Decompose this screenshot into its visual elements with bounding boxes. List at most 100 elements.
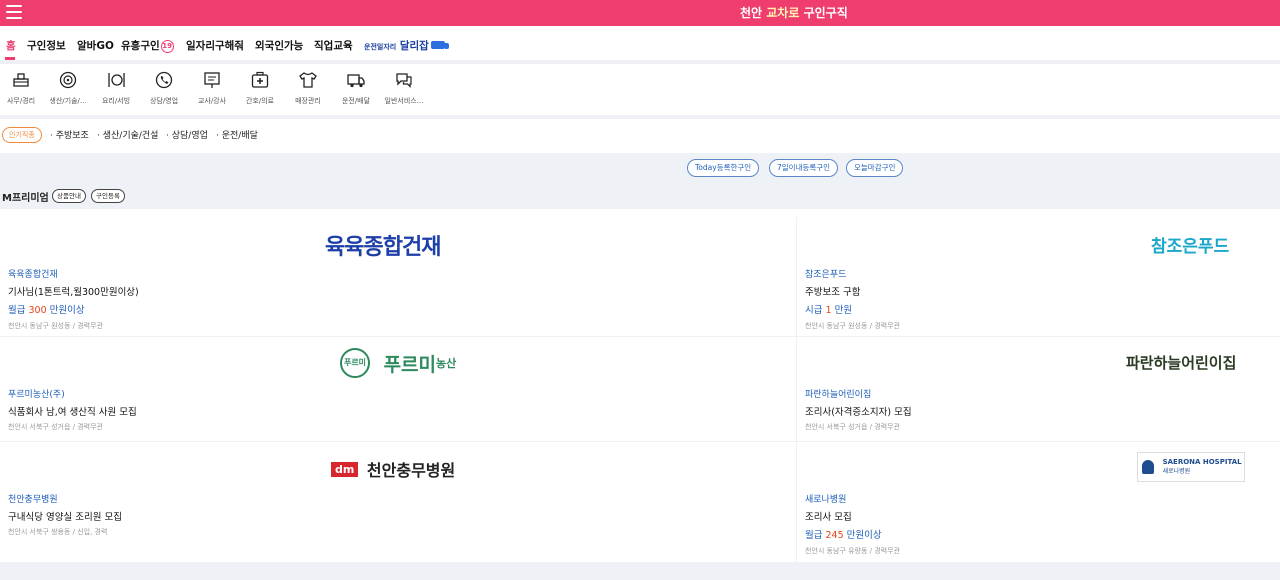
site-title-accent: 교차로	[766, 6, 800, 20]
company-name: 새로나병원	[805, 495, 847, 505]
salary-unit: 만원이상	[46, 305, 85, 316]
listing-info: 천안충무병원 구내식당 영양실 조리원 모집 천안시 서북구 쌍용동 / 신입,…	[8, 492, 122, 537]
job-title: 기사님(1톤트럭,월300만원이상)	[8, 287, 139, 298]
logo-text: SAERONA HOSPITAL	[1162, 458, 1242, 466]
job-title: 주방보조 구함	[805, 287, 861, 298]
company-name: 파란하늘어린이집	[805, 390, 872, 400]
desk-icon	[13, 73, 29, 87]
category-label: 생산/기술/...	[49, 97, 87, 105]
category-label: 상담/영업	[149, 97, 179, 105]
job-title: 조리사(자격증소지자) 모집	[805, 407, 912, 418]
category-service[interactable]: 일반서비스...	[381, 70, 427, 106]
company-logo: dm 천안충무병원	[331, 457, 455, 481]
listing-card[interactable]: SAERONA HOSPITAL 새로나병원 새로나병원 조리사 모집 월급 2…	[797, 442, 1280, 562]
popular-badge: 인기직종	[2, 127, 42, 143]
nav-adult-jobs[interactable]: 유흥구인 19	[121, 38, 174, 53]
job-location: 천안시 서북구 성거읍 / 경력무관	[805, 423, 900, 431]
company-logo: SAERONA HOSPITAL 새로나병원	[1137, 452, 1245, 482]
job-location: 천안시 동남구 유량동 / 경력무관	[805, 547, 900, 555]
listing-card[interactable]: 육육종합건재 육육종합건재 기사님(1톤트럭,월300만원이상) 월급 300 …	[0, 217, 796, 336]
chungmu-hospital-mark: dm	[331, 461, 359, 477]
category-medical[interactable]: 간호/의료	[237, 70, 283, 106]
job-title: 구내식당 영양실 조리원 모집	[8, 512, 122, 523]
nav-albago[interactable]: 알바GO	[77, 38, 114, 53]
board-icon	[204, 72, 220, 88]
nav-find-me-job[interactable]: 일자리구해줘	[186, 38, 244, 53]
listing-info: 참조은푸드 주방보조 구함 시급 1 만원 천안시 동남구 원성동 / 경력무관	[805, 267, 900, 331]
listing-info: 파란하늘어린이집 조리사(자격증소지자) 모집 천안시 서북구 성거읍 / 경력…	[805, 387, 912, 432]
salary: 시급 1 만원	[805, 302, 900, 316]
job-title: 조리사 모집	[805, 512, 852, 523]
nav-foreigner-ok[interactable]: 외국인가능	[255, 38, 303, 53]
company-logo: 참조은푸드	[1151, 237, 1230, 257]
shirt-icon	[299, 72, 317, 88]
listing-card[interactable]: 푸르미 푸르미농산 푸르미농산(주) 식품회사 남,여 생산직 사원 모집 천안…	[0, 337, 796, 441]
filter-bar: Today등록한구인 7일이내등록구인 오늘마감구인	[0, 153, 1280, 181]
purumi-leaf-icon: 푸르미	[340, 348, 370, 378]
category-label: 요리/서빙	[101, 97, 131, 105]
salary-unit: 만원이상	[843, 530, 882, 541]
logo-text: 천안충무병원	[366, 461, 456, 480]
medical-kit-icon	[251, 71, 269, 88]
popular-item-sales[interactable]: · 상담/영업	[166, 128, 208, 141]
listing-card[interactable]: 파란하늘어린이집 파란하늘어린이집 조리사(자격증소지자) 모집 천안시 서북구…	[797, 337, 1280, 441]
delivery-truck-icon	[430, 41, 449, 49]
salary: 월급 300 만원이상	[8, 302, 139, 316]
category-store[interactable]: 매장관리	[285, 70, 331, 106]
category-bar: 사무/경리 생산/기술/... 요리/서빙 상담/영업 교사/강사 간호/의료 …	[0, 64, 1280, 119]
job-location: 천안시 동남구 원성동 / 경력무관	[805, 322, 900, 330]
bottom-band	[0, 562, 1280, 580]
company-logo: 육육종합건재	[325, 235, 441, 260]
category-delivery[interactable]: 운전/배달	[333, 70, 379, 106]
salary-label: 시급	[805, 305, 826, 316]
site-title[interactable]: 천안 교차로 구인구직	[740, 4, 848, 21]
company-name: 푸르미농산(주)	[8, 390, 65, 400]
popular-item-kitchen[interactable]: · 주방보조	[50, 128, 89, 141]
company-logo: 푸르미 푸르미농산	[340, 348, 456, 378]
job-title: 식품회사 남,여 생산직 사원 모집	[8, 407, 137, 418]
category-sales[interactable]: 상담/영업	[141, 70, 187, 106]
salary-amount: 300	[28, 305, 47, 316]
listing-card[interactable]: 참조은푸드 참조은푸드 주방보조 구함 시급 1 만원 천안시 동남구 원성동 …	[797, 217, 1280, 336]
premium-listings: 육육종합건재 육육종합건재 기사님(1톤트럭,월300만원이상) 월급 300 …	[0, 217, 1280, 562]
filter-7days-button[interactable]: 7일이내등록구인	[769, 159, 839, 177]
register-job-button[interactable]: 구인등록	[91, 189, 125, 203]
listing-info: 새로나병원 조리사 모집 월급 245 만원이상 천안시 동남구 유량동 / 경…	[805, 492, 900, 556]
utensils-icon	[108, 73, 125, 87]
category-label: 간호/의료	[245, 97, 275, 105]
adult-badge-icon: 19	[160, 40, 174, 53]
popular-item-production[interactable]: · 생산/기술/건설	[97, 128, 158, 141]
site-title-suffix: 구인구직	[799, 6, 848, 20]
listing-card[interactable]: dm 천안충무병원 천안충무병원 구내식당 영양실 조리원 모집 천안시 서북구…	[0, 442, 796, 562]
salary-unit: 만원	[831, 305, 853, 316]
category-cooking[interactable]: 요리/서빙	[93, 70, 139, 106]
filter-today-button[interactable]: Today등록한구인	[687, 159, 760, 177]
logo-text: 푸르미	[383, 353, 437, 376]
salary-label: 월급	[805, 530, 826, 541]
nav-job-info[interactable]: 구인정보	[27, 38, 66, 53]
company-name: 천안충무병원	[8, 495, 58, 505]
nav-job-training[interactable]: 직업교육	[314, 38, 353, 53]
category-label: 사무/경리	[6, 97, 36, 105]
salary-amount: 245	[825, 530, 844, 541]
salary: 월급 245 만원이상	[805, 527, 900, 541]
category-label: 운전/배달	[341, 97, 371, 105]
menu-icon[interactable]	[6, 5, 22, 19]
gear-icon	[59, 71, 77, 89]
filter-closing-today-button[interactable]: 오늘마감구인	[846, 159, 904, 177]
product-info-button[interactable]: 상품안내	[52, 189, 86, 203]
dalijob-sub-label: 운전일자리	[364, 43, 397, 51]
category-production[interactable]: 생산/기술/...	[45, 70, 91, 106]
listing-info: 육육종합건재 기사님(1톤트럭,월300만원이상) 월급 300 만원이상 천안…	[8, 267, 139, 331]
company-logo: 파란하늘어린이집	[1126, 354, 1237, 372]
category-label: 일반서비스...	[384, 97, 424, 105]
nav-dalijob[interactable]: 운전일자리 달리잡	[364, 38, 449, 53]
company-name: 참조은푸드	[805, 270, 847, 280]
job-location: 천안시 서북구 쌍용동 / 신입, 경력	[8, 528, 108, 536]
category-office[interactable]: 사무/경리	[0, 70, 44, 106]
nav-home[interactable]: 홈	[6, 38, 16, 53]
nav-adult-jobs-label: 유흥구인	[121, 40, 160, 52]
category-teacher[interactable]: 교사/강사	[189, 70, 235, 106]
popular-item-delivery[interactable]: · 운전/배달	[216, 128, 258, 141]
premium-title: M프리미엄	[2, 193, 49, 204]
